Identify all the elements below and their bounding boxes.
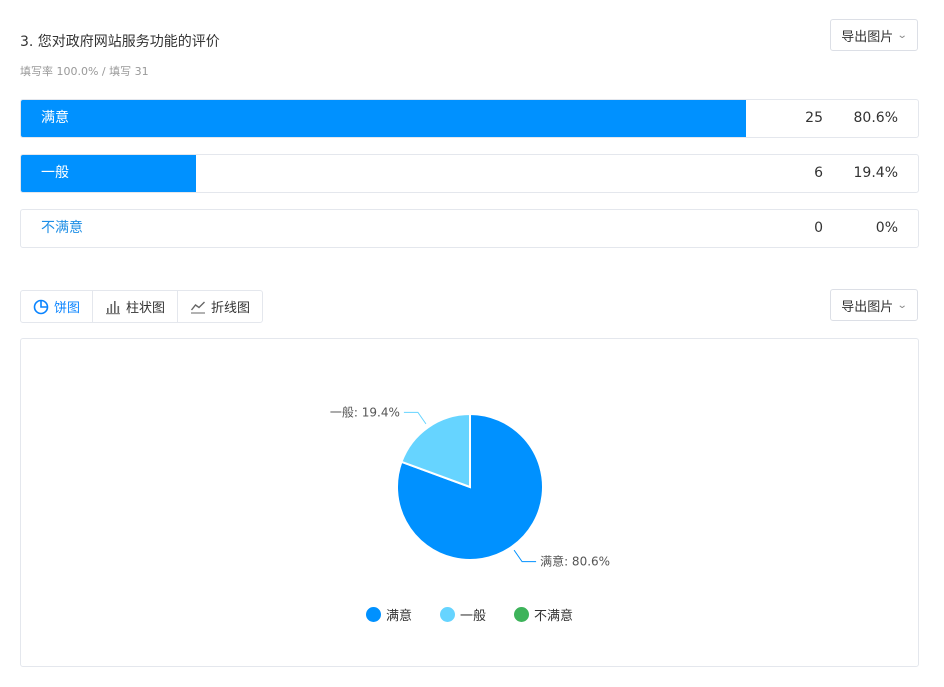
option-count: 6 (814, 165, 823, 181)
tab-bar[interactable]: 柱状图 (93, 291, 179, 322)
export-image-button-chart[interactable]: 导出图片 ⌄ (830, 289, 918, 321)
data-label-neutral: 一般: 19.4% (330, 404, 400, 419)
option-row-unsatisfied: 不满意 0 0% (20, 209, 919, 248)
option-row-neutral: 一般 6 19.4% (20, 154, 919, 193)
option-percent: 80.6% (853, 110, 898, 126)
tab-label: 折线图 (211, 301, 251, 316)
chart-legend: 满意 一般 不满意 (21, 605, 918, 624)
legend-label: 满意 (385, 609, 412, 624)
legend-item-satisfied[interactable]: 满意 (365, 605, 412, 624)
option-bar-fill (21, 100, 746, 137)
legend-marker (365, 607, 381, 622)
legend-label: 不满意 (534, 609, 574, 624)
option-label: 一般 (41, 165, 69, 181)
data-label-satisfied: 满意: 80.6% (540, 554, 610, 569)
chevron-down-icon: ⌄ (897, 299, 908, 311)
option-count: 0 (814, 220, 823, 236)
option-label: 满意 (41, 110, 69, 126)
pie-chart-icon (33, 299, 49, 314)
fill-rate-info: 填写率 100.0% / 填写 31 (20, 65, 149, 78)
legend-marker (514, 607, 529, 622)
bar-chart-icon (106, 300, 121, 314)
chart-type-tabs: 饼图 柱状图 折线图 (20, 290, 264, 323)
export-label: 导出图片 (841, 29, 894, 45)
chart-panel: 满意: 80.6% 一般: 19.4% 满意 一般 不满意 (20, 338, 919, 667)
legend-label: 一般 (459, 609, 486, 624)
question-title: 3. 您对政府网站服务功能的评价 (20, 34, 220, 50)
legend-item-unsatisfied[interactable]: 不满意 (514, 605, 573, 624)
option-label: 不满意 (41, 220, 83, 236)
option-row-satisfied: 满意 25 80.6% (20, 99, 919, 138)
tab-label: 饼图 (54, 301, 81, 316)
label-leader-line-neutral (403, 411, 427, 425)
option-percent: 0% (875, 220, 898, 236)
chevron-down-icon: ⌄ (897, 29, 908, 41)
tab-line[interactable]: 折线图 (178, 291, 262, 322)
tab-label: 柱状图 (126, 301, 166, 316)
export-image-button-top[interactable]: 导出图片 ⌄ (830, 19, 918, 51)
export-label: 导出图片 (841, 299, 894, 315)
legend-marker (439, 607, 455, 622)
label-leader-line-satisfied (513, 549, 537, 563)
option-percent: 19.4% (853, 165, 898, 181)
line-chart-icon (190, 301, 206, 313)
legend-item-neutral[interactable]: 一般 (439, 605, 486, 624)
option-count: 25 (805, 110, 823, 126)
tab-pie[interactable]: 饼图 (21, 291, 94, 322)
